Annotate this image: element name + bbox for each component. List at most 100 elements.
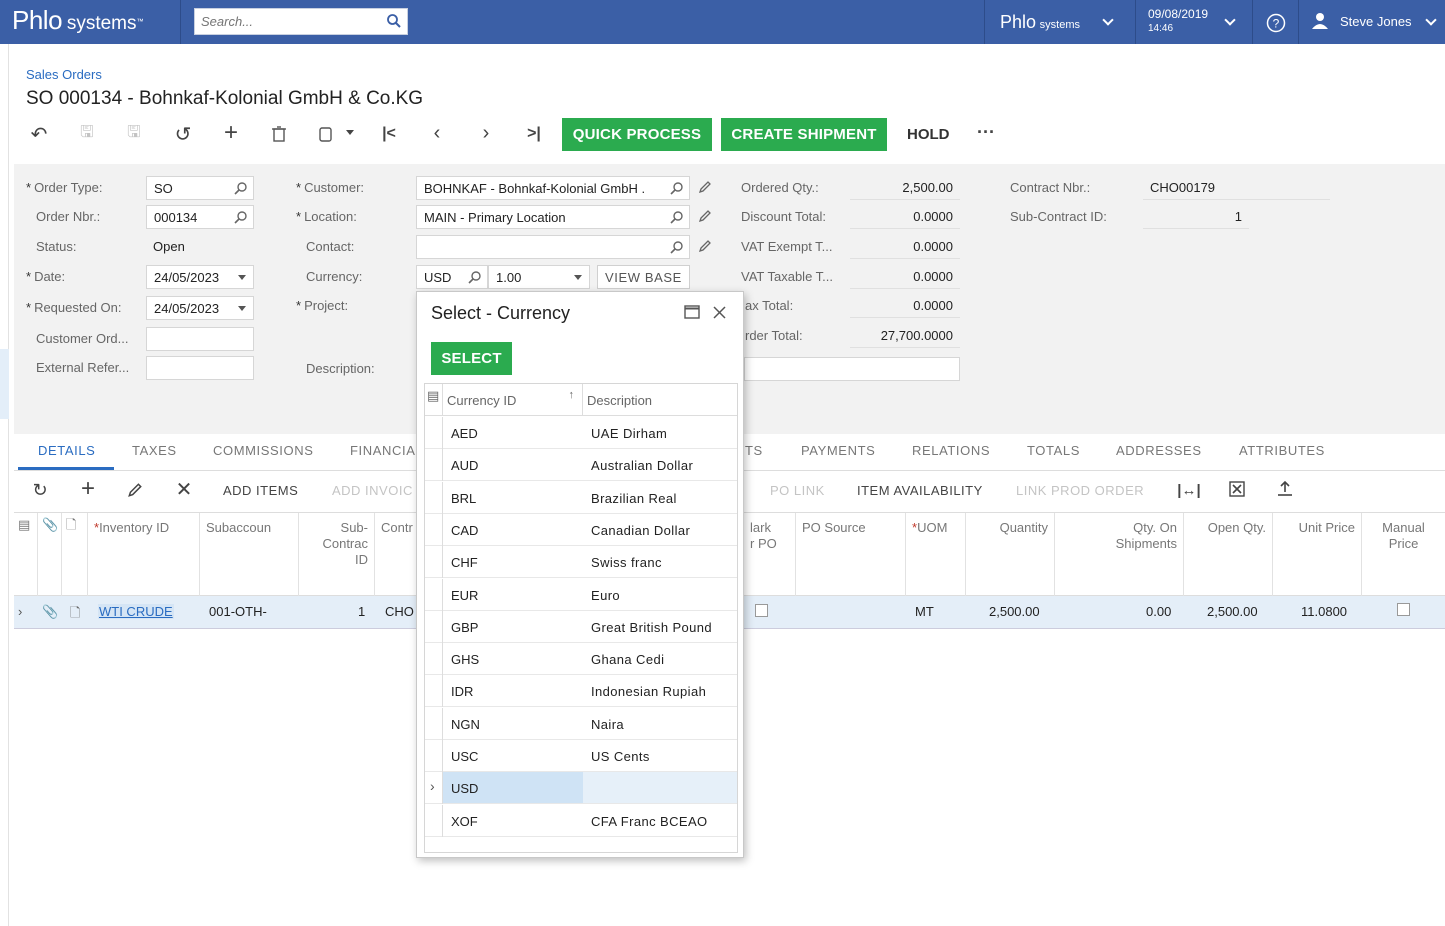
create-shipment-button[interactable]: CREATE SHIPMENT xyxy=(721,118,887,151)
row-unit-price[interactable]: 11.0800 xyxy=(1301,604,1347,619)
list-item[interactable]: CHF Swiss franc xyxy=(425,546,737,579)
more-actions-icon[interactable]: ··· xyxy=(977,122,995,143)
currency-id-cell[interactable]: IDR xyxy=(451,684,473,699)
last-record-icon[interactable]: >| xyxy=(522,122,546,146)
upload-icon[interactable] xyxy=(1277,480,1293,497)
export-excel-icon[interactable] xyxy=(1229,481,1245,497)
location-field[interactable]: MAIN - Primary Location xyxy=(416,205,690,229)
list-item[interactable]: › USD xyxy=(425,772,737,805)
currency-rate-field[interactable]: 1.00 xyxy=(488,265,590,289)
list-item[interactable]: AUD Australian Dollar xyxy=(425,449,737,482)
copy-paste-dropdown-icon[interactable] xyxy=(346,130,354,135)
currency-description-cell[interactable]: Great British Pound xyxy=(591,620,712,635)
list-item[interactable]: BRL Brazilian Real xyxy=(425,481,737,514)
view-base-button[interactable]: VIEW BASE xyxy=(597,265,690,289)
currency-id-cell[interactable]: USC xyxy=(451,749,478,764)
tab-addresses[interactable]: ADDRESSES xyxy=(1116,443,1202,458)
row-subaccount[interactable]: 001-OTH- xyxy=(209,604,267,619)
logo[interactable]: Phlo systems™ xyxy=(12,5,144,36)
currency-id-cell[interactable]: GHS xyxy=(451,652,479,667)
date-time-switcher[interactable]: 09/08/2019 14:46 xyxy=(1148,7,1208,34)
breadcrumb[interactable]: Sales Orders xyxy=(26,67,102,82)
add-icon[interactable]: + xyxy=(219,119,243,146)
edit-customer-icon[interactable] xyxy=(698,180,712,194)
tab-relations[interactable]: RELATIONS xyxy=(912,443,990,458)
edit-row-icon[interactable] xyxy=(127,482,143,498)
tab-payments[interactable]: PAYMENTS xyxy=(801,443,875,458)
order-type-field[interactable]: SO xyxy=(146,176,254,200)
grid-settings-icon[interactable]: ▤ xyxy=(14,513,38,597)
currency-field[interactable]: USD xyxy=(416,265,488,289)
currency-id-cell[interactable]: NGN xyxy=(451,717,480,732)
company-chevron-down-icon[interactable] xyxy=(1102,14,1114,26)
row-sub-contract-id[interactable]: 1 xyxy=(358,604,365,619)
currency-description-cell[interactable]: Ghana Cedi xyxy=(591,652,664,667)
tab-taxes[interactable]: TAXES xyxy=(132,443,177,458)
user-chevron-down-icon[interactable] xyxy=(1425,14,1437,26)
currency-id-cell[interactable]: EUR xyxy=(451,588,478,603)
col-open-qty[interactable]: Open Qty. xyxy=(1184,513,1273,597)
row-inventory-id-link[interactable]: WTI CRUDE xyxy=(98,604,174,619)
tab-shipments[interactable]: TS xyxy=(745,443,763,458)
order-nbr-field[interactable]: 000134 xyxy=(146,205,254,229)
list-item[interactable]: GBP Great British Pound xyxy=(425,610,737,643)
lookup-icon[interactable] xyxy=(234,181,248,195)
add-row-icon[interactable]: + xyxy=(76,475,100,502)
currency-id-cell[interactable]: AUD xyxy=(451,458,478,473)
currency-description-cell[interactable]: US Cents xyxy=(591,749,650,764)
date-chevron-down-icon[interactable] xyxy=(1224,14,1236,26)
list-item[interactable]: NGN Naira xyxy=(425,707,737,740)
lookup-icon[interactable] xyxy=(670,210,684,224)
list-item[interactable]: EUR Euro xyxy=(425,578,737,611)
list-item[interactable]: CAD Canadian Dollar xyxy=(425,513,737,546)
row-contract[interactable]: CHO xyxy=(385,604,414,619)
add-items-button[interactable]: ADD ITEMS xyxy=(223,483,298,498)
back-icon[interactable]: ↶ xyxy=(27,122,51,146)
fit-columns-icon[interactable]: |↔| xyxy=(1177,478,1201,502)
col-mark-for-po[interactable]: lark r PO xyxy=(744,513,796,597)
edit-contact-icon[interactable] xyxy=(698,239,712,253)
undo-icon[interactable]: ↺ xyxy=(171,122,195,146)
currency-id-cell[interactable]: GBP xyxy=(451,620,478,635)
col-qty-on-shipments[interactable]: Qty. On Shipments xyxy=(1055,513,1184,597)
edit-location-icon[interactable] xyxy=(698,209,712,223)
item-availability-button[interactable]: ITEM AVAILABILITY xyxy=(857,483,983,498)
col-sub-contract-id[interactable]: Sub- Contrac ID xyxy=(299,513,375,597)
user-name[interactable]: Steve Jones xyxy=(1340,14,1412,29)
dialog-grid-settings-icon[interactable]: ▤ xyxy=(425,384,443,416)
lookup-icon[interactable] xyxy=(468,270,482,284)
sub-contract-value[interactable]: 1 xyxy=(1143,205,1249,229)
col-currency-id[interactable]: Currency ID ↑ xyxy=(443,384,583,416)
col-description[interactable]: Description xyxy=(583,384,737,416)
select-button[interactable]: SELECT xyxy=(431,342,512,375)
next-record-icon[interactable]: › xyxy=(474,121,498,145)
list-item[interactable]: GHS Ghana Cedi xyxy=(425,643,737,676)
row-uom[interactable]: MT xyxy=(915,604,934,619)
tab-totals[interactable]: TOTALS xyxy=(1027,443,1080,458)
lookup-icon[interactable] xyxy=(670,181,684,195)
contact-field[interactable] xyxy=(416,235,690,259)
tab-attributes[interactable]: ATTRIBUTES xyxy=(1239,443,1325,458)
maximize-icon[interactable] xyxy=(684,305,700,319)
help-icon[interactable]: ? xyxy=(1266,13,1286,33)
row-manual-price-checkbox[interactable] xyxy=(1397,603,1410,616)
tab-commissions[interactable]: COMMISSIONS xyxy=(213,443,314,458)
currency-description-cell[interactable]: Canadian Dollar xyxy=(591,523,690,538)
currency-description-cell[interactable]: Naira xyxy=(591,717,624,732)
refresh-icon[interactable]: ↻ xyxy=(28,478,52,502)
lookup-icon[interactable] xyxy=(670,240,684,254)
customer-field[interactable]: BOHNKAF - Bohnkaf-Kolonial GmbH . xyxy=(416,176,690,200)
requested-on-dropdown-icon[interactable] xyxy=(238,306,246,311)
search-icon[interactable] xyxy=(386,13,402,29)
currency-description-cell[interactable]: Euro xyxy=(591,588,620,603)
po-link-button[interactable]: PO LINK xyxy=(770,483,825,498)
row-expand-icon[interactable]: › xyxy=(18,604,22,619)
currency-description-cell[interactable]: Indonesian Rupiah xyxy=(591,684,706,699)
tab-details[interactable]: DETAILS xyxy=(38,443,95,458)
currency-description-cell[interactable]: Australian Dollar xyxy=(591,458,693,473)
quick-process-button[interactable]: QUICK PROCESS xyxy=(562,118,712,151)
list-item[interactable]: AED UAE Dirham xyxy=(425,417,737,449)
currency-description-cell[interactable]: CFA Franc BCEAO xyxy=(591,814,708,829)
hold-button[interactable]: HOLD xyxy=(907,126,950,143)
row-note-icon[interactable]: 🗋 xyxy=(70,604,80,626)
